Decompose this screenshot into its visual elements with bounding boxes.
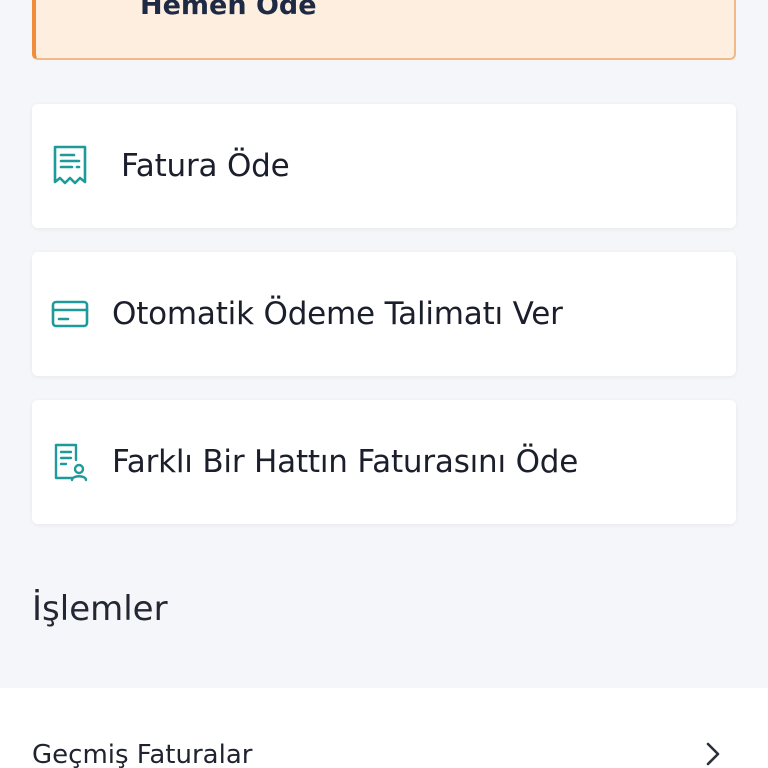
pay-now-button[interactable]: Hemen Öde — [32, 0, 736, 60]
list-item-past-bills[interactable]: Geçmiş Faturalar — [0, 688, 768, 768]
transactions-list: Geçmiş Faturalar — [0, 688, 768, 768]
section-title: İşlemler — [32, 589, 168, 629]
receipt-icon — [48, 144, 92, 188]
pay-now-label: Hemen Öde — [140, 0, 317, 21]
pay-other-line-card[interactable]: Farklı Bir Hattın Faturasını Öde — [32, 400, 736, 524]
credit-card-icon — [48, 292, 92, 336]
auto-payment-card[interactable]: Otomatik Ödeme Talimatı Ver — [32, 252, 736, 376]
pay-bill-label: Fatura Öde — [121, 148, 290, 184]
pay-other-line-label: Farklı Bir Hattın Faturasını Öde — [112, 444, 579, 480]
document-user-icon — [48, 440, 92, 484]
chevron-right-icon — [700, 742, 724, 766]
screen: Hemen Öde Fatura Öde Otomatik Ödeme Tali… — [0, 0, 768, 768]
past-bills-label: Geçmiş Faturalar — [32, 740, 253, 768]
auto-payment-label: Otomatik Ödeme Talimatı Ver — [112, 296, 563, 332]
pay-bill-card[interactable]: Fatura Öde — [32, 104, 736, 228]
